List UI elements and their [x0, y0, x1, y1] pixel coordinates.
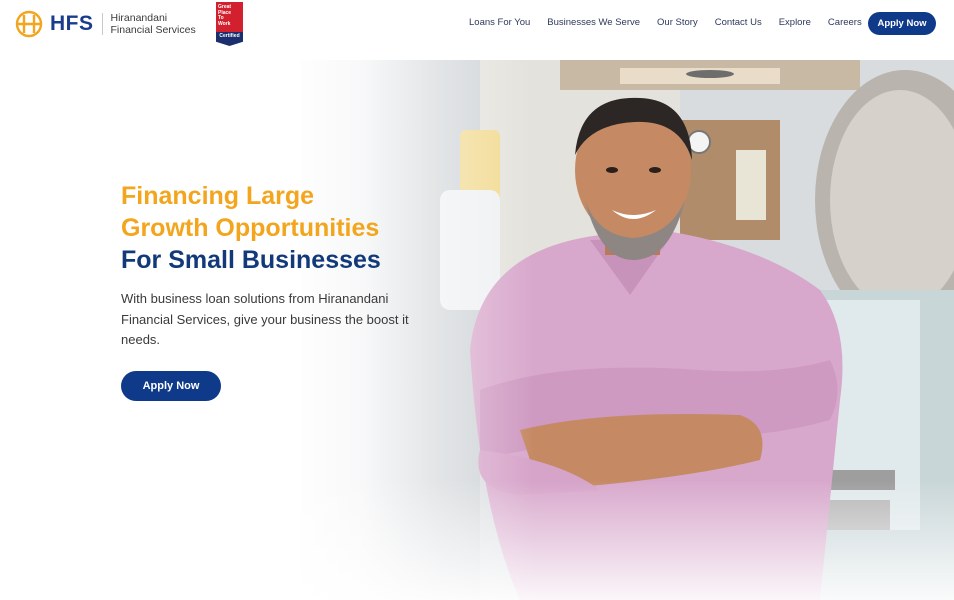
nav-explore[interactable]: Explore	[779, 17, 811, 28]
nav-loans-for-you[interactable]: Loans For You	[469, 17, 530, 28]
badge-line4: Work	[218, 20, 231, 27]
hfs-logo[interactable]: HFS Hiranandani Financial Services	[14, 6, 196, 42]
hero-subtext: With business loan solutions from Hirana…	[121, 291, 409, 347]
hero-headline-line1: Financing Large	[121, 182, 315, 210]
main-nav: Loans For You Businesses We Serve Our St…	[469, 17, 879, 28]
hfs-logo-icon	[15, 10, 43, 38]
hero-banner: Financing Large Growth Opportunities For…	[0, 60, 954, 600]
logo-wordmark: HFS	[50, 12, 94, 35]
company-name-line1: Hiranandani	[110, 12, 168, 24]
company-name-line2: Financial Services	[110, 24, 196, 36]
badge-certified: Certified	[216, 32, 243, 46]
nav-businesses-we-serve[interactable]: Businesses We Serve	[547, 17, 640, 28]
hero-bottom-fade	[0, 480, 954, 600]
header-apply-now-button[interactable]: Apply Now	[868, 12, 936, 35]
nav-contact-us[interactable]: Contact Us	[715, 17, 762, 28]
logo-divider	[101, 13, 103, 35]
great-place-to-work-badge: Great Place To Work Certified	[216, 2, 243, 46]
hero-headline-line3: For Small Businesses	[121, 246, 381, 274]
hero-apply-now-button[interactable]: Apply Now	[121, 370, 221, 401]
company-name: Hiranandani Financial Services	[111, 12, 196, 36]
site-header: HFS Hiranandani Financial Services Great…	[0, 0, 954, 50]
hero-content: Financing Large Growth Opportunities For…	[121, 180, 441, 401]
nav-our-story[interactable]: Our Story	[657, 17, 698, 28]
nav-careers[interactable]: Careers	[828, 17, 862, 28]
hero-headline-line2: Growth Opportunities	[121, 214, 380, 242]
